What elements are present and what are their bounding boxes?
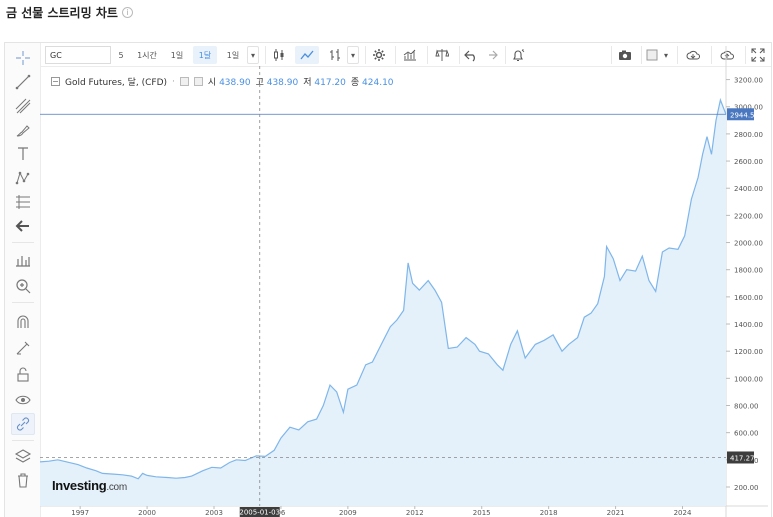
legend-low-value: 417.20	[314, 78, 346, 88]
indicators-icon[interactable]	[395, 46, 423, 64]
area-chart-icon[interactable]	[295, 46, 319, 64]
crosshair-icon[interactable]	[11, 47, 35, 69]
symbol-input[interactable]	[45, 46, 111, 64]
cloud-load-icon[interactable]	[677, 46, 707, 64]
legend-high-value: 438.90	[266, 78, 299, 88]
link-icon[interactable]	[11, 413, 35, 435]
legend-open-value: 438.90	[219, 78, 251, 88]
page-title-text: 금 선물 스트리밍 차트	[6, 6, 118, 20]
measure-icon[interactable]	[11, 249, 35, 271]
chart-legend: Gold Futures, 달, (CFD) · 시 438.90 고 438.…	[51, 75, 394, 88]
trash-icon[interactable]	[11, 469, 35, 491]
channel-icon[interactable]	[11, 95, 35, 117]
legend-remove-icon[interactable]	[193, 77, 203, 86]
legend-dot: ·	[172, 76, 175, 87]
legend-open-label: 시	[207, 78, 217, 88]
text-tool-icon[interactable]	[11, 143, 35, 165]
trend-line-icon[interactable]	[11, 71, 35, 93]
chart-type-caret[interactable]: ▾	[347, 46, 359, 64]
timeframe-5[interactable]: 5	[113, 46, 129, 64]
brush-icon[interactable]	[11, 119, 35, 141]
legend-low-label: 저	[303, 78, 312, 88]
logo-suffix: .com	[106, 482, 127, 493]
magnet-icon[interactable]	[11, 311, 35, 333]
legend-close-label: 종	[350, 78, 360, 88]
timeframe-dropdown-caret[interactable]: ▾	[247, 46, 259, 64]
logo-main: Investing	[52, 478, 107, 493]
pattern-icon[interactable]	[11, 167, 35, 189]
candlestick-icon[interactable]	[265, 46, 291, 64]
fibonacci-icon[interactable]	[11, 191, 35, 213]
legend-symbol-name: Gold Futures, 달, (CFD)	[65, 78, 168, 88]
legend-high-label: 고	[255, 78, 264, 88]
camera-icon[interactable]	[611, 46, 637, 64]
bar-chart-icon[interactable]	[323, 46, 347, 64]
chart-widget: 5 1시간 1일 1달 1일 ▾ ▾	[4, 42, 772, 517]
layers-icon[interactable]	[11, 445, 35, 467]
redo-icon[interactable]	[481, 46, 501, 64]
timeframe-1mo[interactable]: 1달	[193, 46, 217, 64]
unlock-icon[interactable]	[11, 363, 35, 385]
arrow-left-icon[interactable]	[11, 215, 35, 237]
timeframe-1d[interactable]: 1일	[165, 46, 189, 64]
cloud-save-icon[interactable]	[711, 46, 741, 64]
page-title: 금 선물 스트리밍 차트 i	[6, 4, 133, 21]
settings-gear-icon[interactable]	[365, 46, 391, 64]
zoom-in-icon[interactable]	[11, 275, 35, 297]
undo-icon[interactable]	[459, 46, 481, 64]
drawing-toolbar	[5, 43, 41, 517]
investing-logo: Investing.com	[52, 478, 127, 493]
legend-close-value: 424.10	[362, 78, 394, 88]
eye-icon[interactable]	[11, 389, 35, 411]
legend-collapse-icon[interactable]	[51, 77, 60, 86]
chart-toolbar: 5 1시간 1일 1달 1일 ▾ ▾	[41, 43, 771, 67]
color-scheme-caret[interactable]: ▾	[661, 46, 671, 64]
compare-icon[interactable]	[427, 46, 455, 64]
alert-icon[interactable]	[505, 46, 529, 64]
color-scheme-icon[interactable]	[641, 46, 661, 64]
legend-settings-icon[interactable]	[179, 77, 189, 86]
timeframe-1h[interactable]: 1시간	[133, 46, 161, 64]
fullscreen-icon[interactable]	[745, 46, 769, 64]
info-icon[interactable]: i	[121, 7, 133, 18]
timeframe-select[interactable]: 1일	[221, 46, 245, 64]
lock-drawing-icon[interactable]	[11, 337, 35, 359]
